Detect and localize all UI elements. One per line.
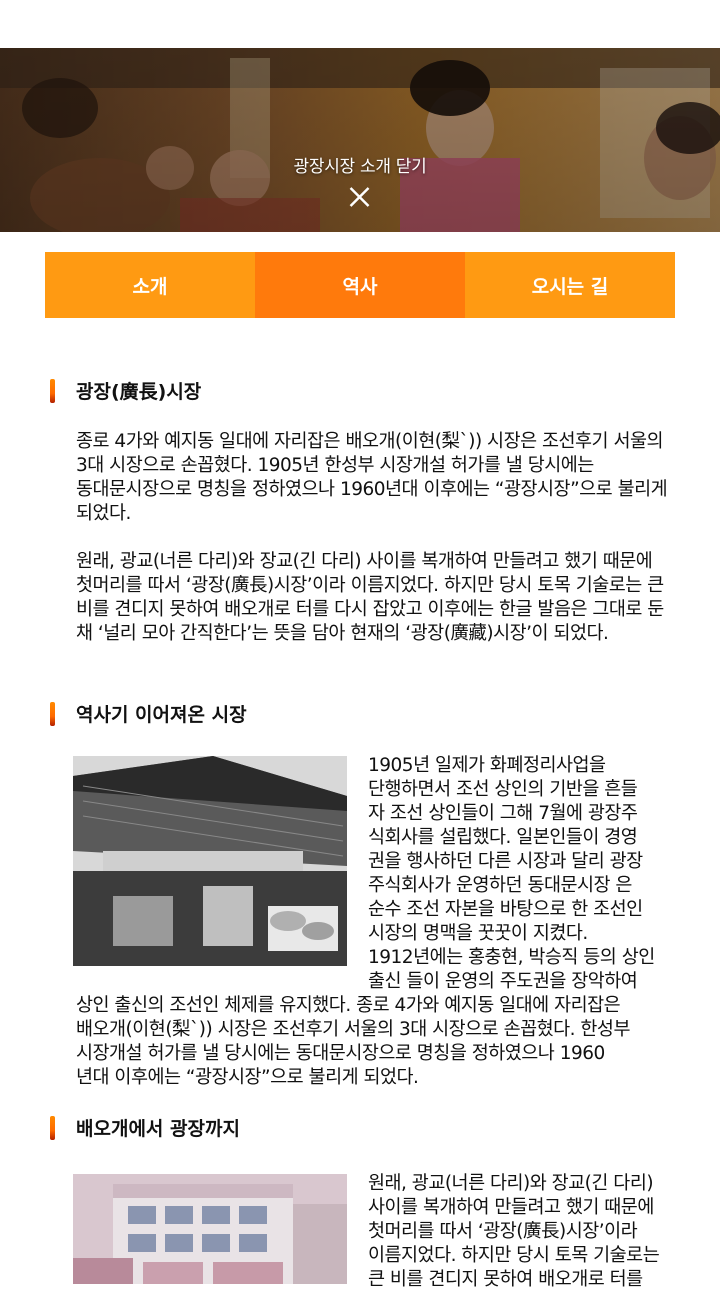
section-heading: 광장(廣長)시장 bbox=[50, 377, 201, 404]
close-icon[interactable] bbox=[346, 183, 374, 211]
close-intro-button[interactable]: 광장시장 소개 닫기 bbox=[294, 152, 427, 211]
section-title: 배오개에서 광장까지 bbox=[76, 1118, 240, 1140]
close-intro-label: 광장시장 소개 닫기 bbox=[293, 157, 427, 177]
tab-bar: 소개 역사 오시는 길 bbox=[45, 252, 675, 318]
section-heading: 배오개에서 광장까지 bbox=[50, 1114, 240, 1141]
section-accent-bar bbox=[50, 378, 55, 403]
market-building-photo bbox=[73, 1174, 347, 1284]
tab-history[interactable]: 역사 bbox=[255, 252, 465, 318]
section-paragraph: 종로 4가와 예지동 일대에 자리잡은 배오개(이현(梨`)) 시장은 조선후기… bbox=[76, 431, 668, 524]
market-building-image bbox=[73, 1174, 347, 1284]
section-heading: 역사기 이어져온 시장 bbox=[50, 700, 247, 727]
section-float-text: 원래, 광교(너른 다리)와 장교(긴 다리) 사이를 복개하여 만들려고 했기… bbox=[368, 1173, 660, 1290]
tab-directions[interactable]: 오시는 길 bbox=[465, 252, 675, 318]
hero-banner: 광장시장 소개 닫기 bbox=[0, 48, 720, 232]
section-float-text: 1905년 일제가 화폐정리사업을 단행하면서 조선 상인의 기반을 흔들 자 … bbox=[368, 755, 655, 992]
old-market-image bbox=[73, 756, 347, 966]
tab-intro[interactable]: 소개 bbox=[45, 252, 255, 318]
section-paragraph: 원래, 광교(너른 다리)와 장교(긴 다리) 사이를 복개하여 만들려고 했기… bbox=[76, 551, 664, 644]
section-accent-bar bbox=[50, 1115, 55, 1140]
section-text: 상인 출신의 조선인 체제를 유지했다. 종로 4가와 예지동 일대에 자리잡은… bbox=[76, 995, 630, 1088]
section-accent-bar bbox=[50, 701, 55, 726]
section-title: 광장(廣長)시장 bbox=[76, 381, 202, 403]
old-market-photo bbox=[73, 756, 347, 966]
section-title: 역사기 이어져온 시장 bbox=[76, 704, 247, 726]
status-bar bbox=[0, 0, 720, 48]
